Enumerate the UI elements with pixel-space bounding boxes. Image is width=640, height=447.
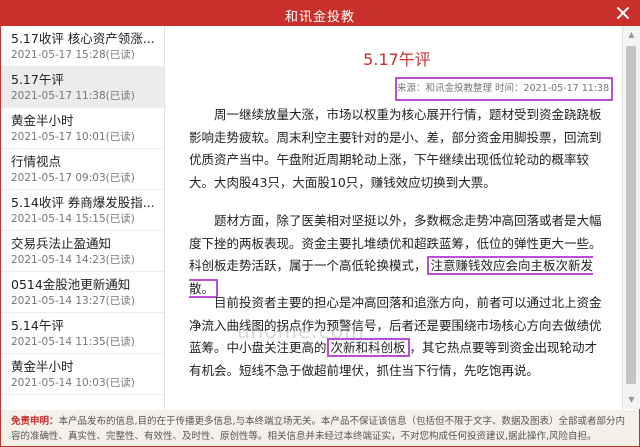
list-item[interactable]: 黄金半小时 2021-05-17 10:01(已读)	[1, 108, 164, 149]
item-date: 2021-05-14 13:27(已读)	[11, 295, 135, 307]
scroll-thumb[interactable]	[626, 46, 636, 384]
item-title: 交易兵法止盈通知	[11, 236, 112, 251]
paragraph-2: 题材方面，除了医美相对坚挺以外，多数概念走势冲高回落或者是大幅度下挫的两板表现。…	[189, 210, 603, 300]
item-title: 5.17收评 核心资产领涨...	[11, 31, 155, 46]
item-date: 2021-05-17 15:28(已读)	[11, 49, 135, 61]
item-title: 5.14收评 券商爆发股指...	[11, 195, 155, 210]
disclaimer-label: 免责申明：	[11, 416, 59, 427]
watermark: uhome.com	[237, 319, 365, 343]
item-title: 黄金半小时	[11, 113, 74, 128]
scroll-down-icon[interactable]: ▼	[623, 392, 640, 408]
item-date: 2021-05-14 14:23(已读)	[11, 254, 135, 266]
list-item[interactable]: 5.17收评 核心资产领涨... 2021-05-17 15:28(已读)	[1, 26, 164, 67]
item-title: 黄金半小时	[11, 359, 74, 374]
item-title: 5.14午评	[11, 318, 64, 333]
item-title: 5.17午评	[11, 72, 64, 87]
item-date: 2021-05-17 09:03(已读)	[11, 172, 135, 184]
item-date: 2021-05-14 10:03(已读)	[11, 377, 135, 389]
list-item[interactable]: 行情视点 2021-05-17 09:03(已读)	[1, 149, 164, 190]
list-item[interactable]: 黄金半小时 2021-05-14 10:03(已读)	[1, 354, 164, 395]
app-window: 和讯金投教 5.17收评 核心资产领涨... 2021-05-17 15:28(…	[0, 0, 640, 447]
item-date: 2021-05-17 10:01(已读)	[11, 131, 135, 143]
list-item-active[interactable]: 5.17午评 2021-05-17 11:38(已读)	[1, 67, 164, 108]
list-item[interactable]: 5.14午评 2021-05-14 11:35(已读)	[1, 313, 164, 354]
message-list: 5.17收评 核心资产领涨... 2021-05-17 15:28(已读) 5.…	[1, 26, 165, 409]
disclaimer-text: 本产品发布的信息,目的在于传播更多信息,与本终端立场无关。本产品不保证该信息（包…	[11, 416, 626, 442]
disclaimer: 免责申明：本产品发布的信息,目的在于传播更多信息,与本终端立场无关。本产品不保证…	[1, 410, 639, 446]
item-date: 2021-05-17 11:38(已读)	[11, 90, 135, 102]
item-title: 0514金股池更新通知	[11, 277, 131, 292]
article-panel: 5.17午评 来源：和讯金投教整理 时间：2021-05-17 11:38 周一…	[173, 26, 621, 409]
scroll-up-icon[interactable]: ▲	[623, 27, 640, 43]
article-title: 5.17午评	[363, 50, 431, 69]
vertical-scrollbar[interactable]: ▲ ▼	[622, 26, 640, 409]
title-bar[interactable]: 和讯金投教	[1, 1, 639, 26]
item-date: 2021-05-14 15:15(已读)	[11, 213, 135, 225]
list-item[interactable]: 0514金股池更新通知 2021-05-14 13:27(已读)	[1, 272, 164, 313]
window-title: 和讯金投教	[284, 10, 355, 25]
article-meta: 来源：和讯金投教整理 时间：2021-05-17 11:38	[395, 77, 613, 101]
item-title: 行情视点	[11, 154, 62, 169]
list-item[interactable]: 交易兵法止盈通知 2021-05-14 14:23(已读)	[1, 231, 164, 272]
close-icon[interactable]	[613, 3, 633, 23]
paragraph-1: 周一继续放量大涨，市场以权重为核心展开行情，题材受到资金跷跷板影响走势疲软。周末…	[189, 107, 602, 190]
list-item[interactable]: 5.14收评 券商爆发股指... 2021-05-14 15:15(已读)	[1, 190, 164, 231]
item-date: 2021-05-14 11:35(已读)	[11, 336, 135, 348]
